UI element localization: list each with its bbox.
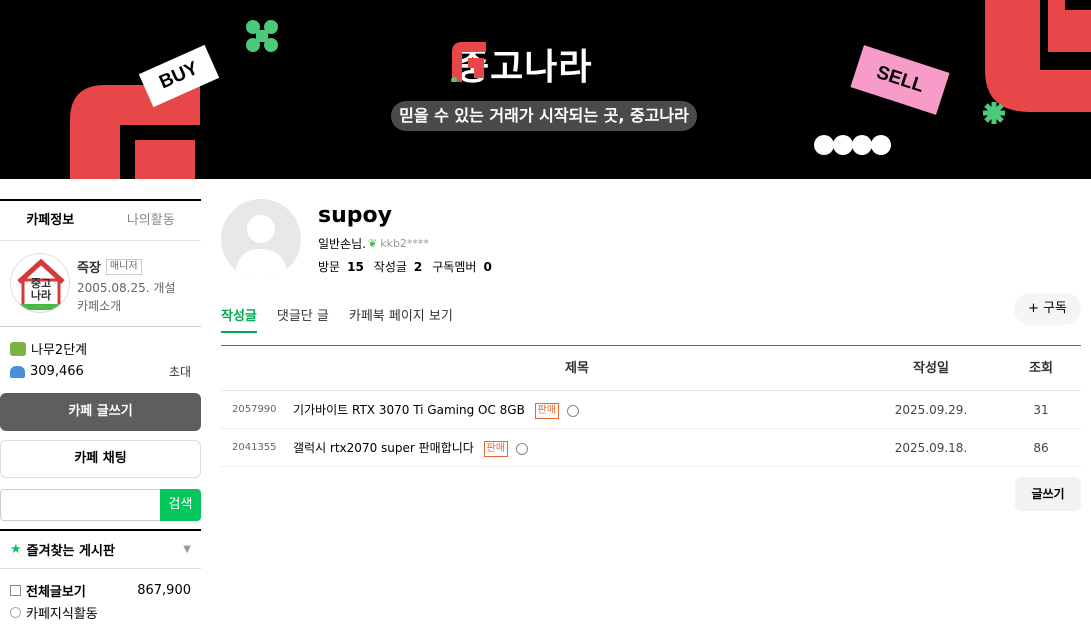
manager-badge: 매니저 <box>105 258 142 275</box>
knowledge-icon <box>10 606 21 618</box>
post-date: 2025.09.29. <box>894 403 968 417</box>
invite-link[interactable]: 초대 <box>169 363 191 380</box>
menu-all-posts[interactable]: 전체글보기 867,900 <box>10 579 191 601</box>
sidebar: 카페정보 나의활동 중고 나라 즉장 매니저 2005.08.25. 개설 카페… <box>0 199 201 623</box>
search-input[interactable] <box>0 489 160 521</box>
image-icon <box>515 442 528 455</box>
cafe-write-button[interactable]: 카페 글쓰기 <box>0 393 201 431</box>
menu-knowledge[interactable]: 카페지식활동 <box>10 601 191 623</box>
posts-label: 작성글 <box>373 260 407 274</box>
posts-count: 2 <box>413 259 423 274</box>
tab-cafe-info[interactable]: 카페정보 <box>0 201 101 240</box>
post-views: 31 <box>1033 403 1049 417</box>
tab-my-activity[interactable]: 나의활동 <box>101 201 202 240</box>
board-menu: 전체글보기 867,900 카페지식활동 <box>0 569 201 623</box>
sale-tag: 판매 <box>534 402 560 419</box>
chevron-down-icon[interactable]: ▼ <box>183 544 191 555</box>
cafe-level: 나무2단계 <box>31 343 88 358</box>
default-avatar-icon <box>235 215 287 279</box>
members-icon <box>10 365 25 378</box>
table-row[interactable]: 2041355 갤럭시 rtx2070 super 판매합니다 판매 2025.… <box>221 429 1081 467</box>
sidebar-tabs: 카페정보 나의활동 <box>0 199 201 241</box>
header-date: 작성일 <box>913 361 949 376</box>
tree-icon <box>10 341 26 356</box>
member-profile: supoy 일반손님. ❦ kkb2**** 방문 15 작성글 2 구독멤버 … <box>221 199 502 279</box>
tab-commented-posts[interactable]: 댓글단 글 <box>277 307 329 333</box>
table-header: 제목 작성일 조회 <box>221 346 1081 391</box>
menu-all-posts-label: 전체글보기 <box>26 584 86 600</box>
profile-grade: 일반손님. <box>318 237 366 251</box>
visits-count: 15 <box>347 259 364 274</box>
avatar <box>221 199 301 279</box>
header-title: 제목 <box>565 361 589 376</box>
cafe-logo-text-2: 나라 <box>30 289 52 302</box>
visits-label: 방문 <box>318 260 341 274</box>
cafe-logo[interactable]: 중고 나라 <box>10 253 70 313</box>
tab-cafebook[interactable]: 카페북 페이지 보기 <box>349 307 453 333</box>
cafe-level-row: 나무2단계 <box>10 337 191 360</box>
post-number: 2057990 <box>232 404 277 415</box>
menu-knowledge-label: 카페지식활동 <box>26 606 98 622</box>
cafe-intro-link[interactable]: 카페소개 <box>77 297 175 314</box>
post-title-cell: 갤럭시 rtx2070 super 판매합니다 판매 <box>293 429 861 466</box>
document-icon <box>10 584 21 596</box>
cafe-chat-button[interactable]: 카페 채팅 <box>0 440 201 478</box>
menu-all-posts-count: 867,900 <box>137 582 191 598</box>
write-post-button[interactable]: 글쓰기 <box>1015 477 1081 511</box>
subscribe-button[interactable]: + 구독 <box>1014 293 1081 325</box>
sprout-icon: ❦ <box>367 237 378 250</box>
cafe-search: 검색 <box>0 489 201 521</box>
search-button[interactable]: 검색 <box>160 489 201 521</box>
brand-g-icon <box>451 42 486 82</box>
header-views: 조회 <box>1029 361 1053 376</box>
table-row[interactable]: 2057990 기가바이트 RTX 3070 Ti Gaming OC 8GB … <box>221 391 1081 429</box>
profile-counts: 방문 15 작성글 2 구독멤버 0 <box>318 258 502 275</box>
tab-written-posts[interactable]: 작성글 <box>221 307 257 333</box>
post-number: 2041355 <box>232 442 277 453</box>
profile-nickname: supoy <box>318 203 392 228</box>
brand-logo: 중고나라 <box>448 38 592 90</box>
post-date: 2025.09.18. <box>894 441 968 455</box>
post-title-link[interactable]: 기가바이트 RTX 3070 Ti Gaming OC 8GB <box>293 403 525 417</box>
profile-info: supoy 일반손님. ❦ kkb2**** 방문 15 작성글 2 구독멤버 … <box>318 199 502 279</box>
member-count[interactable]: 309,466 <box>30 364 169 379</box>
cafe-meta: 즉장 매니저 2005.08.25. 개설 카페소개 <box>77 253 176 314</box>
member-count-row: 309,466 초대 <box>10 360 191 383</box>
profile-grade-row: 일반손님. ❦ kkb2**** <box>318 235 502 252</box>
subscribers-count: 0 <box>483 259 492 274</box>
favorite-boards[interactable]: ★ 즐겨찾는 게시판 ▼ <box>0 529 201 569</box>
subscribers-label: 구독멤버 <box>432 260 477 274</box>
cafe-founded: 2005.08.25. 개설 <box>77 281 176 295</box>
posts-table: 제목 작성일 조회 2057990 기가바이트 RTX 3070 Ti Gami… <box>221 345 1081 467</box>
cafe-stats: 나무2단계 309,466 초대 <box>0 327 201 383</box>
star-icon: ★ <box>10 542 22 557</box>
post-title-link[interactable]: 갤럭시 rtx2070 super 판매합니다 <box>293 441 474 455</box>
sale-tag: 판매 <box>483 440 509 457</box>
profile-tabs: 작성글 댓글단 글 카페북 페이지 보기 <box>221 307 473 333</box>
banner-slogan: 믿을 수 있는 거래가 시작되는 곳, 중고나라 <box>391 101 697 131</box>
post-title-cell: 기가바이트 RTX 3070 Ti Gaming OC 8GB 판매 <box>293 391 861 428</box>
post-views: 86 <box>1033 441 1049 455</box>
favorite-boards-label: 즐겨찾는 게시판 <box>26 544 115 559</box>
cafe-info: 중고 나라 즉장 매니저 2005.08.25. 개설 카페소개 <box>0 241 201 327</box>
header-num <box>221 346 293 390</box>
manager-name[interactable]: 즉장 <box>77 257 101 276</box>
cafe-banner: 중고나라 믿을 수 있는 거래가 시작되는 곳, 중고나라 BUY SELL <box>0 0 1091 179</box>
image-icon <box>566 404 579 417</box>
profile-user-id: kkb2**** <box>380 237 429 250</box>
